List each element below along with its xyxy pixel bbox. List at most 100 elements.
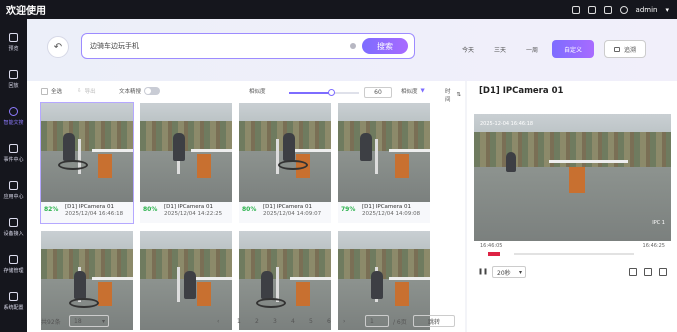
page-number[interactable]: 5 <box>309 315 313 327</box>
export-button[interactable]: ⇩ 导出 <box>77 87 96 95</box>
timeline-end: 16:46:25 <box>642 243 665 249</box>
trace-label: 追溯 <box>623 46 636 54</box>
video-timeline[interactable]: 16:46:05 16:46:25 <box>474 241 671 257</box>
total-pages: / 6页 <box>393 318 407 326</box>
result-time: 2025/12/04 14:09:07 <box>263 211 322 217</box>
result-camera: [D1] IPCamera 01 <box>362 204 412 210</box>
sidebar-item-6[interactable]: 存储管理 <box>0 255 27 292</box>
search-box[interactable]: 搜索 <box>81 33 415 59</box>
result-thumbnail[interactable] <box>140 103 232 202</box>
page-input[interactable]: 1 <box>365 315 389 327</box>
back-button[interactable]: ↶ <box>47 36 69 58</box>
info-icon[interactable] <box>619 5 628 14</box>
calendar-icon[interactable] <box>587 5 596 14</box>
similarity-slider[interactable] <box>289 89 359 96</box>
video-timestamp: 2025-12-04 16:46:18 <box>480 121 534 127</box>
similarity-score: 80% <box>143 206 158 213</box>
sort-icon: ⇅ <box>456 92 461 98</box>
page-number[interactable]: 6 <box>327 315 331 327</box>
result-thumbnail[interactable] <box>338 103 430 202</box>
speed-select[interactable]: 20秒 ▾ <box>492 266 526 278</box>
export-label: 导出 <box>84 89 96 95</box>
result-card[interactable]: 82% [D1] IPCamera 01 2025/12/04 16:46:18 <box>40 102 134 224</box>
snapshot-icon[interactable] <box>629 268 637 276</box>
text-precise: 文本精搜 <box>119 87 161 95</box>
similarity-label: 相似度 <box>249 89 266 95</box>
app-title: 欢迎使用 <box>6 6 46 17</box>
result-card[interactable]: 80% [D1] IPCamera 01 2025/12/04 14:09:07 <box>239 103 331 223</box>
page-size-select[interactable]: 18 ▾ <box>69 315 109 327</box>
chevron-down-icon: ▾ <box>518 268 522 276</box>
select-all-checkbox[interactable] <box>41 87 48 95</box>
page-number[interactable]: 4 <box>291 315 295 327</box>
sidebar-item-label: 智能文搜 <box>3 120 24 126</box>
pause-icon[interactable]: ❚❚ <box>478 268 488 275</box>
chevron-down-icon: ▾ <box>101 317 105 325</box>
jump-button[interactable]: 跳转 <box>413 315 455 327</box>
timeline-track[interactable] <box>514 253 634 255</box>
time-tab-3[interactable]: 自定义 <box>552 40 594 58</box>
filter-bar: 全选 ⇩ 导出 文本精搜 相似度 60 相似度 ▼ 时间 ⇅ <box>41 84 461 103</box>
text-precise-toggle[interactable] <box>144 87 161 95</box>
preview-panel: [D1] IPCamera 01 2025-12-04 16:46:18 IPC… <box>467 81 677 332</box>
result-camera: [D1] IPCamera 01 <box>263 204 313 210</box>
send-icon[interactable] <box>571 5 580 14</box>
video-player[interactable]: 2025-12-04 16:46:18 IPC 1 <box>474 114 671 241</box>
results-panel: 全选 ⇩ 导出 文本精搜 相似度 60 相似度 ▼ 时间 ⇅ 82% [D1] IPCa… <box>27 81 465 332</box>
search-button[interactable]: 搜索 <box>362 38 408 54</box>
sidebar-item-4[interactable]: 应用中心 <box>0 181 27 218</box>
smart-search-icon <box>9 107 18 116</box>
fullscreen-icon[interactable] <box>659 268 667 276</box>
time-tabs: 今天 三天 一周 自定义 <box>452 40 594 58</box>
threshold-input[interactable]: 60 <box>364 87 392 98</box>
bell-icon[interactable] <box>603 5 612 14</box>
trace-button[interactable]: 追溯 <box>604 40 646 58</box>
result-time: 2025/12/04 14:22:25 <box>164 211 223 217</box>
volume-icon[interactable] <box>644 268 652 276</box>
sort-similarity[interactable]: 相似度 ▼ <box>401 87 425 95</box>
apps-icon <box>9 181 18 190</box>
select-all-label: 全选 <box>51 89 63 95</box>
event-icon <box>9 144 18 153</box>
result-camera: [D1] IPCamera 01 <box>65 204 115 210</box>
page-size-value: 18 <box>74 317 82 325</box>
sidebar-item-3[interactable]: 事件中心 <box>0 144 27 181</box>
camera-icon <box>613 46 620 52</box>
page-number[interactable]: 3 <box>273 315 277 327</box>
result-info: [D1] IPCamera 01 2025/12/04 14:09:07 <box>263 204 321 218</box>
sort-time[interactable]: 时间 ⇅ <box>445 87 461 103</box>
select-all[interactable]: 全选 <box>41 87 62 95</box>
sidebar-item-label: 设备接入 <box>3 231 24 237</box>
search-panel: ↶ 搜索 今天三天一周自定义 追溯 <box>27 19 677 81</box>
slider-fill <box>289 92 331 94</box>
page-number[interactable]: 1 <box>237 315 241 327</box>
sidebar-item-5[interactable]: 设备接入 <box>0 218 27 255</box>
time-tab-2[interactable]: 一周 <box>516 40 548 58</box>
result-thumbnail[interactable] <box>41 103 133 202</box>
result-thumbnail[interactable] <box>239 103 331 202</box>
total-count: 共92条 <box>41 318 61 326</box>
result-card[interactable]: 79% [D1] IPCamera 01 2025/12/04 14:09:08 <box>338 103 430 223</box>
result-time: 2025/12/04 14:09:08 <box>362 211 421 217</box>
search-input[interactable] <box>90 39 330 53</box>
sidebar-item-1[interactable]: 回放 <box>0 70 27 107</box>
text-precise-label: 文本精搜 <box>119 89 142 95</box>
page-number[interactable]: 2 <box>255 315 259 327</box>
similarity-score: 82% <box>44 206 59 213</box>
sidebar-item-7[interactable]: 系统配置 <box>0 292 27 329</box>
time-tab-1[interactable]: 三天 <box>484 40 516 58</box>
sidebar-item-label: 回放 <box>8 83 19 89</box>
sidebar-item-0[interactable]: 预览 <box>0 33 27 70</box>
user-name[interactable]: admin <box>636 6 658 14</box>
next-page-button[interactable]: › <box>343 315 345 327</box>
slider-handle[interactable] <box>328 89 335 96</box>
sidebar-item-2[interactable]: 智能文搜 <box>0 107 27 144</box>
similarity-score: 80% <box>242 206 257 213</box>
prev-page-button[interactable]: ‹ <box>217 315 219 327</box>
time-tab-0[interactable]: 今天 <box>452 40 484 58</box>
clear-icon[interactable] <box>350 43 356 49</box>
preview-title: [D1] IPCamera 01 <box>479 86 564 96</box>
chevron-down-icon[interactable]: ▾ <box>665 6 669 14</box>
result-card[interactable]: 80% [D1] IPCamera 01 2025/12/04 14:22:25 <box>140 103 232 223</box>
video-channel-label: IPC 1 <box>652 220 665 226</box>
